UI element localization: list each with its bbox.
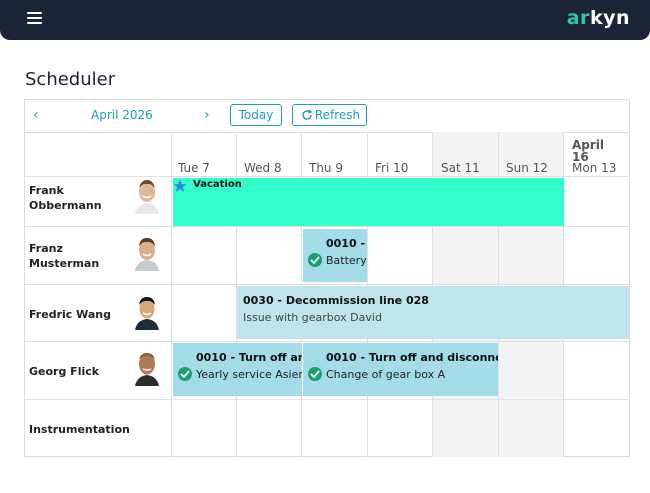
day-cell[interactable] [302,400,368,457]
star-icon [173,179,187,192]
resource-name: Georg Flick [29,365,100,378]
event-card[interactable]: 0010 - T Battery i [303,229,367,282]
month-label: April 2026 [91,108,153,122]
event-title: 0010 - Turn off and disconnect [326,351,498,364]
resource-name: Frank Obbermann [29,184,102,212]
event-card[interactable]: 0010 - Turn off and di Yearly service As… [173,343,302,396]
day-cell[interactable] [368,400,433,457]
check-icon [308,253,322,267]
avatar [133,294,161,330]
today-button[interactable]: Today [230,104,282,126]
day-header-tue-7: Tue 7 [178,161,210,175]
resource-name: Franz Musterman [29,242,100,270]
day-header-wed-8: Wed 8 [244,161,282,175]
event-subtitle: Issue with gearbox David [243,311,382,324]
refresh-label: Refresh [314,108,361,122]
day-cell[interactable] [499,400,564,457]
logo: arkyn [566,7,630,29]
day-cell[interactable] [433,400,499,457]
event-vacation[interactable]: Vacation [173,178,564,226]
check-icon [178,367,192,381]
check-icon [308,367,322,381]
day-header-mon-13: Mon 13 [572,161,617,175]
next-month-icon[interactable]: › [204,107,210,123]
event-card[interactable]: 0030 - Decommission line 028 Issue with … [237,286,629,339]
page-title: Scheduler [25,69,116,90]
event-subtitle: Battery i [326,254,367,267]
resource-name: Instrumentation [29,423,130,436]
scheduler: ‹ April 2026 › Today Refresh Tue 7 Wed 8… [24,99,630,457]
day-cell[interactable] [564,177,629,227]
avatar [133,350,161,386]
day-cell[interactable] [237,227,302,285]
day-cell[interactable] [172,227,237,285]
day-cell[interactable] [499,342,564,400]
day-header-fri-10: Fri 10 [375,161,409,175]
day-header-thu-9: Thu 9 [309,161,343,175]
event-card[interactable]: 0010 - Turn off and disconnect Change of… [303,343,498,396]
day-cell[interactable] [433,227,499,285]
event-title: 0010 - Turn off and di [196,351,302,364]
event-title: Vacation [193,179,242,190]
day-cell[interactable] [172,400,237,457]
event-title: 0030 - Decommission line 028 [243,294,429,307]
day-cell[interactable] [564,227,629,285]
event-subtitle: Yearly service Asier [196,368,302,381]
event-subtitle: Change of gear box A [326,368,446,381]
scheduler-toolbar: ‹ April 2026 › Today Refresh [25,100,629,133]
event-title: 0010 - T [326,237,367,250]
avatar [133,235,161,271]
day-cell[interactable] [368,227,433,285]
refresh-button[interactable]: Refresh [292,104,367,126]
day-cell[interactable] [172,285,237,342]
avatar [133,178,161,214]
day-header-cell [25,132,172,177]
menu-icon[interactable] [27,12,42,24]
day-cell[interactable] [564,342,629,400]
day-cell[interactable] [499,227,564,285]
prev-month-icon[interactable]: ‹ [33,107,39,123]
refresh-icon [302,109,313,120]
day-header-sat-11: Sat 11 [441,161,480,175]
day-cell[interactable] [237,400,302,457]
resource-name: Fredric Wang [29,308,111,321]
day-header-sun-12: Sun 12 [506,161,548,175]
day-cell[interactable] [564,400,629,457]
top-bar: arkyn [0,0,650,40]
